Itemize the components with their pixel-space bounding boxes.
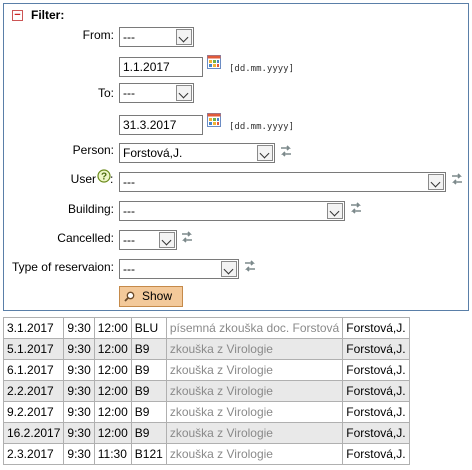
- table-cell-start: 9:30: [63, 422, 95, 444]
- table-cell-start: 9:30: [63, 338, 95, 360]
- chevron-down-icon[interactable]: [428, 174, 444, 190]
- table-cell-building: B9: [130, 338, 167, 360]
- table-cell-desc: zkouška z Virologie: [165, 443, 344, 465]
- type-select[interactable]: ---: [119, 259, 239, 279]
- table-cell-start: 9:30: [63, 359, 95, 381]
- show-button[interactable]: Show: [119, 286, 183, 307]
- to-label: To:: [97, 86, 114, 100]
- to-date-format: [dd.mm.yyyy]: [229, 122, 295, 132]
- table-row: 2.3.2017 9:30 11:30 B121 zkouška z Virologie…: [2, 443, 410, 465]
- swap-arrows-icon[interactable]: [180, 230, 194, 244]
- show-button-label: Show: [142, 289, 173, 303]
- table-cell-desc: zkouška z Virologie: [165, 422, 344, 444]
- person-select[interactable]: Forstová,J.: [119, 143, 275, 163]
- table-row: 5.1.2017 9:30 12:00 B9 zkouška z Virologie Fo…: [2, 338, 410, 360]
- table-cell-date: 2.3.2017: [2, 443, 65, 465]
- table-row: 6.1.2017 9:30 12:00 B9 zkouška z Virologie Fo…: [2, 359, 410, 381]
- to-select[interactable]: ---: [119, 83, 194, 103]
- table-cell-date: 5.1.2017: [2, 338, 65, 360]
- table-cell-end: 12:00: [93, 401, 132, 423]
- chevron-down-icon[interactable]: [176, 29, 192, 45]
- table-cell-building: B9: [130, 380, 167, 402]
- type-select-value: ---: [123, 262, 135, 276]
- to-select-value: ---: [123, 86, 135, 100]
- filter-title: Filter:: [31, 8, 65, 22]
- chevron-down-icon[interactable]: [221, 261, 237, 277]
- help-icon[interactable]: ?: [97, 169, 111, 183]
- table-cell-person: Forstová,J.: [342, 317, 410, 339]
- table-cell-desc: písemná zkouška doc. Forstová: [165, 317, 344, 339]
- user-label-colon: :: [110, 172, 114, 186]
- calendar-icon[interactable]: [207, 113, 221, 127]
- svg-text:?: ?: [101, 172, 107, 183]
- table-cell-date: 6.1.2017: [2, 359, 65, 381]
- table-cell-person: Forstová,J.: [342, 380, 410, 402]
- collapse-toggle-icon[interactable]: −: [12, 10, 23, 21]
- from-select-value: ---: [123, 30, 135, 44]
- table-cell-end: 11:30: [93, 443, 132, 465]
- table-cell-building: B9: [130, 401, 167, 423]
- cancelled-label: Cancelled:: [57, 231, 114, 245]
- table-cell-desc: zkouška z Virologie: [165, 338, 344, 360]
- building-select-value: ---: [123, 204, 135, 218]
- table-cell-building: BLU: [130, 317, 167, 339]
- from-date-input[interactable]: 1.1.2017: [119, 57, 203, 77]
- table-cell-start: 9:30: [63, 401, 95, 423]
- table-cell-person: Forstová,J.: [342, 359, 410, 381]
- from-label: From:: [82, 28, 114, 42]
- filter-header: − Filter:: [4, 4, 468, 26]
- table-row: 3.1.2017 9:30 12:00 BLU písemná zkouška doc.…: [2, 317, 410, 339]
- cancelled-select-value: ---: [123, 233, 135, 247]
- table-cell-end: 12:00: [93, 317, 132, 339]
- table-cell-desc: zkouška z Virologie: [165, 359, 344, 381]
- user-select-value: ---: [123, 175, 135, 189]
- table-cell-start: 9:30: [63, 317, 95, 339]
- table-row: 16.2.2017 9:30 12:00 B9 zkouška z Virologie F…: [2, 422, 410, 444]
- building-label: Building:: [67, 202, 114, 216]
- person-select-value: Forstová,J.: [123, 146, 183, 160]
- table-cell-date: 16.2.2017: [2, 422, 65, 444]
- from-date-format: [dd.mm.yyyy]: [229, 64, 295, 74]
- table-cell-end: 12:00: [93, 422, 132, 444]
- table-cell-end: 12:00: [93, 359, 132, 381]
- table-cell-end: 12:00: [93, 338, 132, 360]
- calendar-icon[interactable]: [207, 55, 221, 69]
- table-cell-date: 9.2.2017: [2, 401, 65, 423]
- table-cell-desc: zkouška z Virologie: [165, 401, 344, 423]
- table-cell-person: Forstová,J.: [342, 338, 410, 360]
- table-cell-person: Forstová,J.: [342, 443, 410, 465]
- chevron-down-icon[interactable]: [159, 232, 175, 248]
- to-date-input[interactable]: 31.3.2017: [119, 115, 203, 135]
- table-cell-building: B9: [130, 422, 167, 444]
- reservations-table: 3.1.2017 9:30 12:00 BLU písemná zkouška doc.…: [2, 317, 410, 465]
- building-select[interactable]: ---: [119, 201, 345, 221]
- table-row: 2.2.2017 9:30 12:00 B9 zkouška z Virologie Fo…: [2, 380, 410, 402]
- cancelled-select[interactable]: ---: [119, 230, 177, 250]
- table-cell-building: B121: [130, 443, 167, 465]
- table-cell-person: Forstová,J.: [342, 401, 410, 423]
- swap-arrows-icon[interactable]: [279, 144, 293, 158]
- user-select[interactable]: ---: [119, 172, 446, 192]
- chevron-down-icon[interactable]: [176, 85, 192, 101]
- table-cell-date: 3.1.2017: [2, 317, 65, 339]
- swap-arrows-icon[interactable]: [243, 259, 257, 273]
- swap-arrows-icon[interactable]: [450, 172, 464, 186]
- chevron-down-icon[interactable]: [257, 145, 273, 161]
- person-label: Person:: [72, 143, 114, 157]
- table-cell-desc: zkouška z Virologie: [165, 380, 344, 402]
- type-label: Type of reservaion:: [11, 260, 114, 274]
- table-row: 9.2.2017 9:30 12:00 B9 zkouška z Virologie Fo…: [2, 401, 410, 423]
- table-cell-start: 9:30: [63, 443, 95, 465]
- from-select[interactable]: ---: [119, 27, 194, 47]
- search-icon: [124, 291, 135, 302]
- swap-arrows-icon[interactable]: [349, 201, 363, 215]
- table-cell-date: 2.2.2017: [2, 380, 65, 402]
- table-cell-building: B9: [130, 359, 167, 381]
- chevron-down-icon[interactable]: [327, 203, 343, 219]
- user-label: User: [70, 172, 96, 186]
- table-cell-end: 12:00: [93, 380, 132, 402]
- table-cell-start: 9:30: [63, 380, 95, 402]
- table-cell-person: Forstová,J.: [342, 422, 410, 444]
